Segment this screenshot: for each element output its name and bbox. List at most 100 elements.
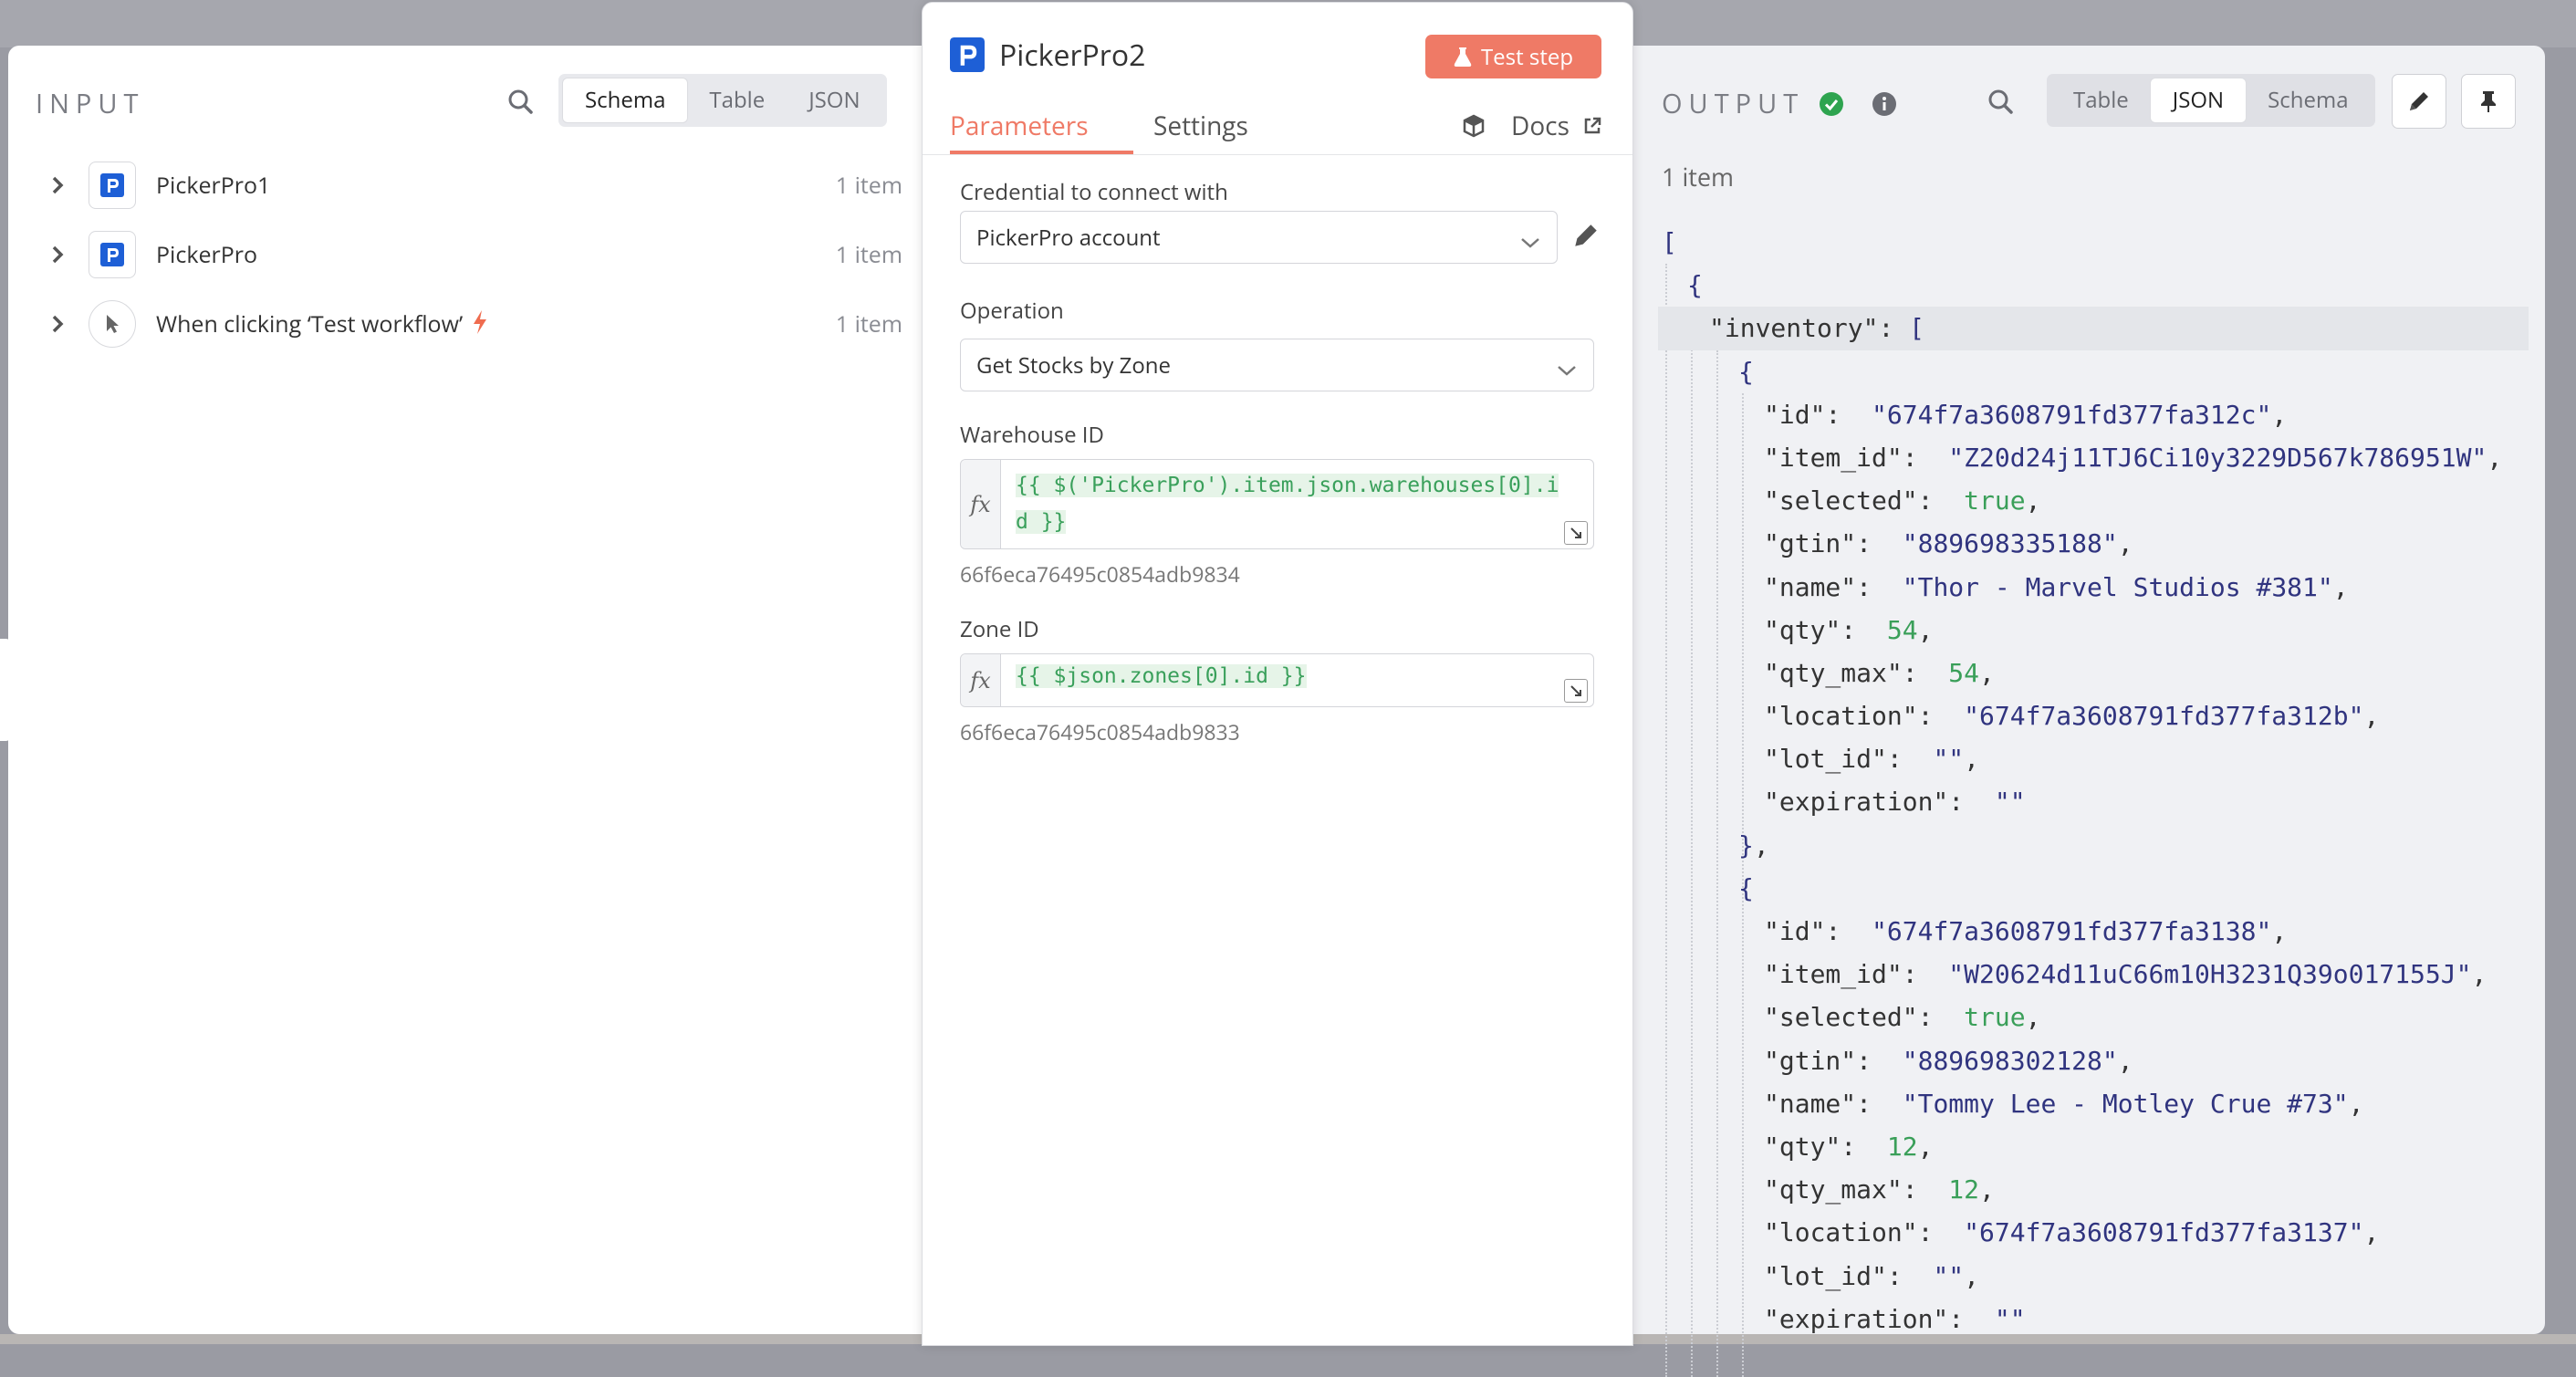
json-token: : — [1948, 787, 1995, 818]
credential-select[interactable]: PickerPro account — [960, 211, 1558, 264]
json-token: "qty_max" — [1764, 1174, 1903, 1205]
search-icon — [1988, 89, 2013, 114]
input-panel: INPUT Schema Table JSON PickerPro1 1 ite… — [8, 46, 922, 1334]
json-token: , — [2471, 959, 2487, 990]
output-search-button[interactable] — [1981, 82, 2021, 122]
json-token: "expiration" — [1764, 787, 1949, 818]
edit-output-button[interactable] — [2392, 74, 2446, 129]
output-view-json[interactable]: JSON — [2150, 78, 2247, 122]
pencil-icon — [2410, 92, 2428, 110]
json-line: "location": "674f7a3608791fd377fa3137", — [1662, 1211, 2529, 1254]
json-token: : — [1902, 657, 1949, 688]
output-header: OUTPUT — [1662, 86, 1897, 121]
warehouse-id-field[interactable]: fx {{ $('PickerPro').item.json.warehouse… — [960, 459, 1594, 549]
json-line: "id": "674f7a3608791fd377fa312c", — [1662, 393, 2529, 436]
json-token: "id" — [1764, 916, 1826, 946]
node-panel: PickerPro2 Test step Parameters Settings… — [922, 2, 1633, 1346]
json-line: "inventory": [ — [1658, 307, 2529, 350]
zone-id-label: Zone ID — [960, 614, 1039, 644]
fx-icon: fx — [961, 460, 1001, 548]
json-line: "expiration": "" — [1662, 1298, 2529, 1340]
warehouse-id-expression: {{ $('PickerPro').item.json.warehouses[0… — [1016, 474, 1559, 534]
chevron-right-icon[interactable] — [45, 245, 70, 265]
zone-id-field[interactable]: fx {{ $json.zones[0].id }} — [960, 653, 1594, 707]
json-token: , — [1917, 614, 1934, 645]
input-node-label: When clicking ‘Test workflow’ — [156, 308, 464, 339]
external-link-icon — [1584, 117, 1601, 134]
json-token: "name" — [1764, 1088, 1857, 1119]
json-token: "lot_id" — [1764, 744, 1887, 775]
input-node-row[interactable]: PickerPro 1 item — [45, 227, 902, 282]
json-token: "inventory" — [1709, 313, 1879, 344]
json-token: : — [1856, 571, 1903, 602]
docs-link[interactable]: Docs — [1462, 109, 1602, 143]
docs-label: Docs — [1511, 109, 1570, 143]
json-token: : — [1841, 1131, 1887, 1162]
operation-select[interactable]: Get Stocks by Zone — [960, 339, 1594, 391]
node-title[interactable]: PickerPro2 — [999, 36, 1145, 75]
pickerpro-logo-icon — [89, 231, 136, 278]
json-line: "expiration": "" — [1662, 780, 2529, 823]
output-view-table[interactable]: Table — [2051, 78, 2151, 122]
input-node-count: 1 item — [835, 170, 902, 201]
json-viewer[interactable]: [{"inventory": [{"id": "674f7a3608791fd3… — [1658, 221, 2529, 1377]
tab-parameters[interactable]: Parameters — [950, 109, 1089, 143]
json-line: "selected": true, — [1662, 479, 2529, 522]
json-token: "location" — [1764, 1217, 1918, 1248]
json-token: , — [2025, 1002, 2041, 1033]
json-token: "" — [1933, 744, 1965, 775]
input-node-row[interactable]: When clicking ‘Test workflow’ 1 item — [45, 297, 902, 351]
json-line: [ — [1662, 221, 2529, 264]
json-line: "name": "Tommy Lee - Motley Crue #73", — [1662, 1082, 2529, 1125]
success-check-icon — [1819, 91, 1844, 117]
json-token: : — [1841, 614, 1887, 645]
json-token: : — [1886, 744, 1934, 775]
expand-editor-icon[interactable] — [1564, 521, 1588, 545]
json-line: { — [1662, 264, 2529, 307]
test-step-button[interactable]: Test step — [1425, 35, 1601, 78]
output-view-schema[interactable]: Schema — [2246, 78, 2370, 122]
json-line: "gtin": "889698302128", — [1662, 1039, 2529, 1082]
package-icon — [1463, 114, 1485, 138]
chevron-down-icon — [1557, 356, 1577, 386]
json-token: "gtin" — [1764, 528, 1857, 559]
input-view-schema[interactable]: Schema — [563, 78, 688, 122]
json-token: "674f7a3608791fd377fa3138" — [1872, 916, 2272, 946]
tab-settings[interactable]: Settings — [1153, 109, 1248, 143]
json-line: "selected": true, — [1662, 996, 2529, 1038]
edit-credential-button[interactable] — [1571, 221, 1601, 255]
pencil-icon — [1575, 224, 1597, 246]
chevron-right-icon[interactable] — [45, 175, 70, 195]
json-token: , — [1917, 1131, 1934, 1162]
input-search-button[interactable] — [501, 82, 541, 122]
json-token: 12 — [1948, 1174, 1980, 1205]
json-token: : — [1902, 442, 1949, 473]
json-token: , — [2025, 485, 2041, 516]
input-view-table[interactable]: Table — [687, 78, 787, 122]
flask-icon — [1454, 47, 1472, 67]
input-view-json[interactable]: JSON — [787, 78, 881, 122]
json-token: , — [1979, 1174, 1995, 1205]
json-token: "Thor - Marvel Studios #381" — [1902, 571, 2333, 602]
input-node-row[interactable]: PickerPro1 1 item — [45, 158, 902, 213]
json-line: "item_id": "Z20d24j11TJ6Ci10y3229D567k78… — [1662, 436, 2529, 479]
json-token: , — [2487, 442, 2503, 473]
json-token: "qty_max" — [1764, 657, 1903, 688]
json-line: "qty_max": 54, — [1662, 652, 2529, 694]
json-token: , — [2363, 701, 2380, 732]
json-token: "889698302128" — [1902, 1045, 2118, 1076]
json-token: 12 — [1886, 1131, 1918, 1162]
operation-label: Operation — [960, 296, 1064, 326]
chevron-right-icon[interactable] — [45, 314, 70, 334]
info-icon[interactable] — [1872, 91, 1897, 117]
json-token: "889698335188" — [1902, 528, 2118, 559]
json-token: "674f7a3608791fd377fa312c" — [1872, 399, 2272, 430]
json-token: , — [2271, 399, 2288, 430]
pickerpro-logo-icon — [950, 37, 985, 77]
json-token: : — [1917, 485, 1965, 516]
json-token: true — [1964, 1002, 2026, 1033]
output-view-switcher: Table JSON Schema — [2047, 74, 2375, 127]
pin-output-button[interactable] — [2461, 74, 2516, 129]
pickerpro-logo-icon — [89, 162, 136, 209]
expand-editor-icon[interactable] — [1564, 679, 1588, 703]
